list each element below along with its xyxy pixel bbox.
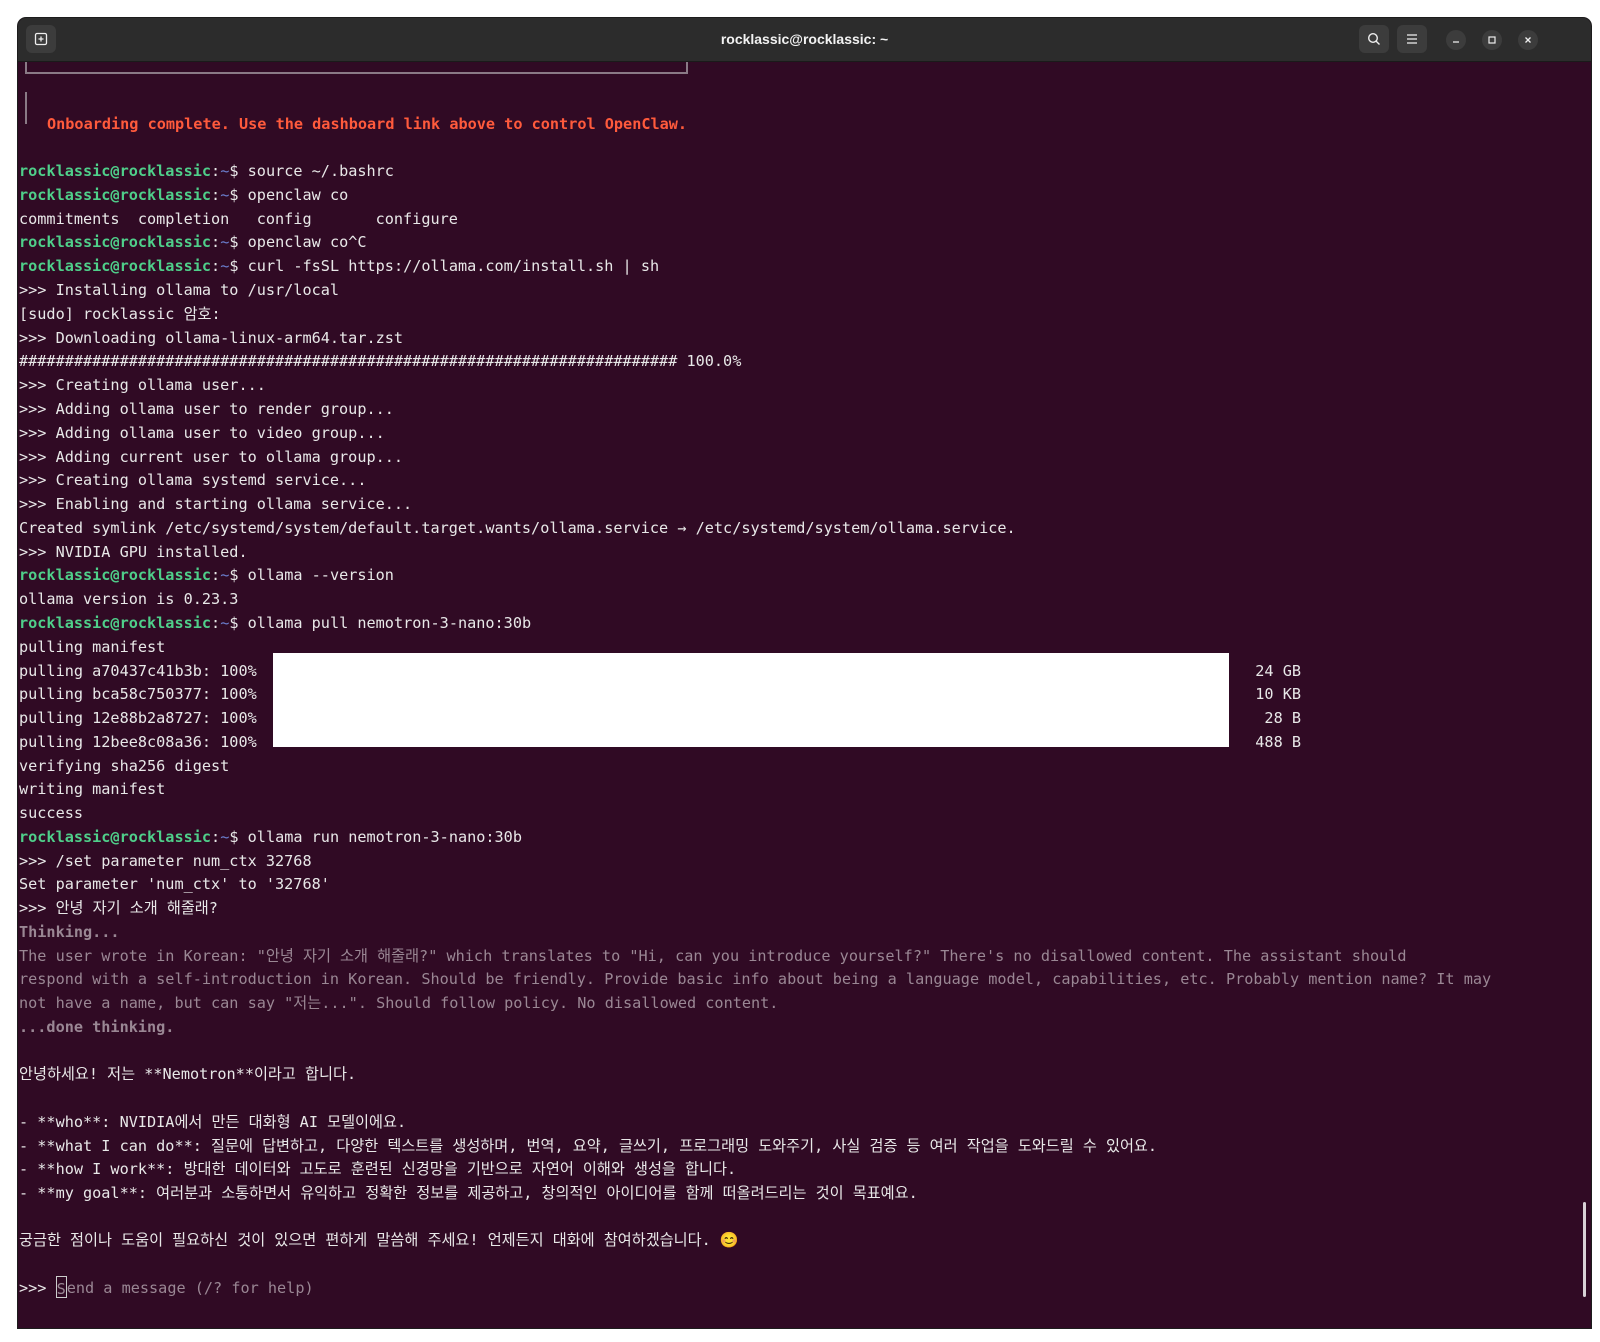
assistant-reply-bullet: - **how I work**: 방대한 데이터와 고도로 훈련된 신경망을 … bbox=[19, 1160, 737, 1178]
pull-layer-size: 10 KB bbox=[1255, 685, 1301, 703]
pull-layer-size: 28 B bbox=[1264, 709, 1301, 727]
pull-layer-label: pulling 12bee8c08a36: 100% bbox=[19, 733, 257, 751]
output-line: writing manifest bbox=[19, 780, 166, 798]
output-line: >>> Adding ollama user to render group..… bbox=[19, 400, 394, 418]
output-line: verifying sha256 digest bbox=[19, 757, 230, 775]
assistant-reply: 안녕하세요! 저는 **Nemotron**이라고 합니다. bbox=[19, 1065, 357, 1083]
output-line: >>> Enabling and starting ollama service… bbox=[19, 495, 413, 513]
assistant-reply-bullet: - **who**: NVIDIA에서 만든 대화형 AI 모델이에요. bbox=[19, 1113, 407, 1131]
output-line: Created symlink /etc/systemd/system/defa… bbox=[19, 519, 1016, 537]
window-title: rocklassic@rocklassic: ~ bbox=[720, 31, 889, 47]
assistant-reply-bullet: - **what I can do**: 질문에 답변하고, 다양한 텍스트를 … bbox=[19, 1137, 1158, 1155]
output-line: success bbox=[19, 804, 84, 822]
hamburger-menu-icon bbox=[1407, 34, 1417, 44]
onboarding-message: Onboarding complete. Use the dashboard l… bbox=[47, 115, 688, 133]
pull-layer-label: pulling 12e88b2a8727: 100% bbox=[19, 709, 257, 727]
terminal-output[interactable]: Onboarding complete. Use the dashboard l… bbox=[19, 62, 1591, 1328]
prompt-line: rocklassic@rocklassic:~$ source ~/.bashr… bbox=[19, 162, 394, 180]
pull-layer-label: pulling bca58c750377: 100% bbox=[19, 685, 257, 703]
thinking-text: The user wrote in Korean: "안녕 자기 소개 해줄래?… bbox=[19, 947, 1407, 965]
assistant-reply-bullet: - **my goal**: 여러분과 소통하면서 유익하고 정확한 정보를 제… bbox=[19, 1184, 918, 1202]
output-line: ollama version is 0.23.3 bbox=[19, 590, 239, 608]
pull-progress-bar bbox=[273, 653, 1229, 747]
terminal-window: rocklassic@rocklassic: ~ Onboarding comp… bbox=[18, 18, 1591, 1328]
output-line: >>> Adding ollama user to video group... bbox=[19, 424, 385, 442]
pull-layer-size: 488 B bbox=[1255, 733, 1301, 751]
close-button[interactable] bbox=[1518, 30, 1538, 50]
output-line: [sudo] rocklassic 암호: bbox=[19, 305, 221, 323]
text-cursor: S bbox=[55, 1276, 67, 1298]
output-line: >>> Creating ollama systemd service... bbox=[19, 471, 367, 489]
input-placeholder: end a message (/? for help) bbox=[66, 1279, 314, 1297]
prompt-line: rocklassic@rocklassic:~$ curl -fsSL http… bbox=[19, 257, 660, 275]
download-progress-line: ########################################… bbox=[19, 352, 742, 370]
title-bar: rocklassic@rocklassic: ~ bbox=[18, 18, 1591, 62]
prompt-line: rocklassic@rocklassic:~$ ollama run nemo… bbox=[19, 828, 522, 846]
output-line: >>> Downloading ollama-linux-arm64.tar.z… bbox=[19, 329, 404, 347]
prompt-line: rocklassic@rocklassic:~$ openclaw co bbox=[19, 186, 349, 204]
minimize-icon bbox=[1453, 41, 1459, 43]
output-line: >>> /set parameter num_ctx 32768 bbox=[19, 852, 312, 870]
box-border bbox=[25, 92, 27, 124]
menu-button[interactable] bbox=[1397, 25, 1427, 53]
close-icon bbox=[1525, 37, 1531, 43]
pull-layer-label: pulling a70437c41b3b: 100% bbox=[19, 662, 257, 680]
completion-list: commitments completion config configure bbox=[19, 210, 458, 228]
prompt-line: rocklassic@rocklassic:~$ ollama --versio… bbox=[19, 566, 394, 584]
minimize-button[interactable] bbox=[1446, 30, 1466, 50]
thinking-text: not have a name, but can say "저는...". Sh… bbox=[19, 994, 779, 1012]
output-line: Set parameter 'num_ctx' to '32768' bbox=[19, 875, 330, 893]
maximize-button[interactable] bbox=[1482, 30, 1502, 50]
search-icon bbox=[1367, 32, 1380, 45]
box-border bbox=[25, 72, 688, 74]
output-line: >>> Adding current user to ollama group.… bbox=[19, 448, 404, 466]
output-line: >>> Installing ollama to /usr/local bbox=[19, 281, 340, 299]
prompt-line: rocklassic@rocklassic:~$ ollama pull nem… bbox=[19, 614, 532, 632]
scrollbar[interactable] bbox=[1583, 1202, 1586, 1297]
search-button[interactable] bbox=[1359, 25, 1389, 53]
thinking-text: respond with a self-introduction in Kore… bbox=[19, 970, 1492, 988]
user-message: >>> 안녕 자기 소개 해줄래? bbox=[19, 899, 218, 917]
thinking-header: Thinking... bbox=[19, 923, 120, 941]
output-line: >>> Creating ollama user... bbox=[19, 376, 266, 394]
assistant-reply: 궁금한 점이나 도움이 필요하신 것이 있으면 편하게 말씀해 주세요! 언제든… bbox=[19, 1231, 739, 1249]
maximize-icon bbox=[1488, 36, 1496, 44]
output-line: pulling manifest bbox=[19, 638, 166, 656]
pull-layer-size: 24 GB bbox=[1255, 662, 1301, 680]
thinking-footer: ...done thinking. bbox=[19, 1018, 175, 1036]
prompt-line: rocklassic@rocklassic:~$ openclaw co^C bbox=[19, 233, 367, 251]
output-line: >>> NVIDIA GPU installed. bbox=[19, 543, 248, 561]
chat-input[interactable]: >>> Send a message (/? for help) bbox=[19, 1276, 314, 1300]
